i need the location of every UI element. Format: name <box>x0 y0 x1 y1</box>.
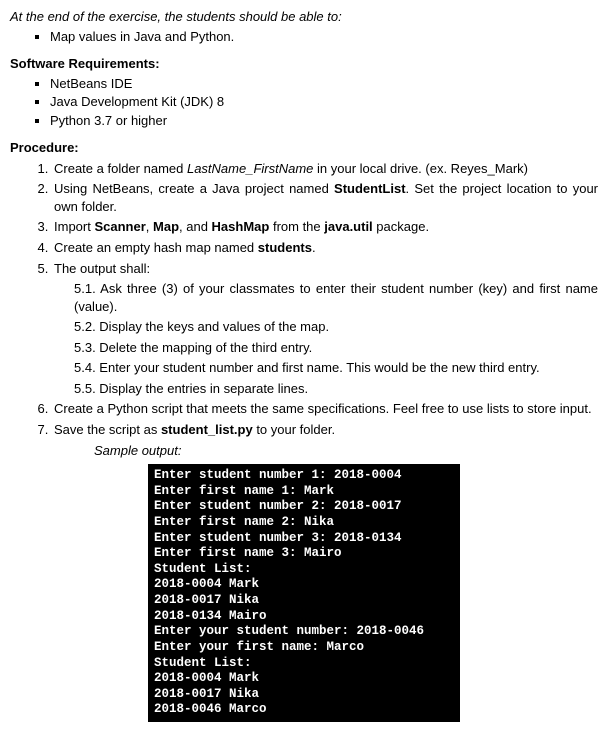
list-item: Java Development Kit (JDK) 8 <box>50 93 598 111</box>
procedure-list: Create a folder named LastName_FirstName… <box>10 160 598 460</box>
text-bold: student_list.py <box>161 422 253 437</box>
sub-steps: 5.1. Ask three (3) of your classmates to… <box>74 280 598 397</box>
sub-step: 5.5. Display the entries in separate lin… <box>74 380 598 398</box>
text-bold: Map <box>153 219 179 234</box>
text-bold: students <box>258 240 312 255</box>
list-item: Python 3.7 or higher <box>50 112 598 130</box>
text: in your local drive. (ex. Reyes_Mark) <box>313 161 528 176</box>
text: Create an empty hash map named <box>54 240 258 255</box>
list-item: Map values in Java and Python. <box>50 28 598 46</box>
text-bold: StudentList <box>334 181 406 196</box>
text: Import <box>54 219 94 234</box>
procedure-step: The output shall: 5.1. Ask three (3) of … <box>52 260 598 398</box>
software-heading: Software Requirements: <box>10 55 598 73</box>
text: Using NetBeans, create a Java project na… <box>54 181 334 196</box>
procedure-step: Create an empty hash map named students. <box>52 239 598 257</box>
procedure-heading: Procedure: <box>10 139 598 157</box>
text: from the <box>269 219 324 234</box>
text-bold: Scanner <box>94 219 145 234</box>
intro-text: At the end of the exercise, the students… <box>10 8 598 26</box>
text: package. <box>373 219 429 234</box>
procedure-step: Save the script as student_list.py to yo… <box>52 421 598 460</box>
text-bold: java.util <box>324 219 372 234</box>
sub-step: 5.4. Enter your student number and first… <box>74 359 598 377</box>
sub-step: 5.3. Delete the mapping of the third ent… <box>74 339 598 357</box>
text: Create a folder named <box>54 161 187 176</box>
procedure-step: Create a Python script that meets the sa… <box>52 400 598 418</box>
software-list: NetBeans IDE Java Development Kit (JDK) … <box>10 75 598 130</box>
sub-step: 5.2. Display the keys and values of the … <box>74 318 598 336</box>
text: . <box>312 240 316 255</box>
procedure-step: Create a folder named LastName_FirstName… <box>52 160 598 178</box>
terminal-output: Enter student number 1: 2018-0004 Enter … <box>148 464 460 722</box>
text: , <box>146 219 153 234</box>
text: The output shall: <box>54 261 150 276</box>
procedure-step: Using NetBeans, create a Java project na… <box>52 180 598 215</box>
objectives-list: Map values in Java and Python. <box>10 28 598 46</box>
procedure-step: Import Scanner, Map, and HashMap from th… <box>52 218 598 236</box>
text-italic: LastName_FirstName <box>187 161 313 176</box>
text: Save the script as <box>54 422 161 437</box>
text-bold: HashMap <box>212 219 270 234</box>
list-item: NetBeans IDE <box>50 75 598 93</box>
sub-step: 5.1. Ask three (3) of your classmates to… <box>74 280 598 315</box>
sample-output-label: Sample output: <box>94 442 598 460</box>
text: , and <box>179 219 212 234</box>
text: to your folder. <box>253 422 335 437</box>
